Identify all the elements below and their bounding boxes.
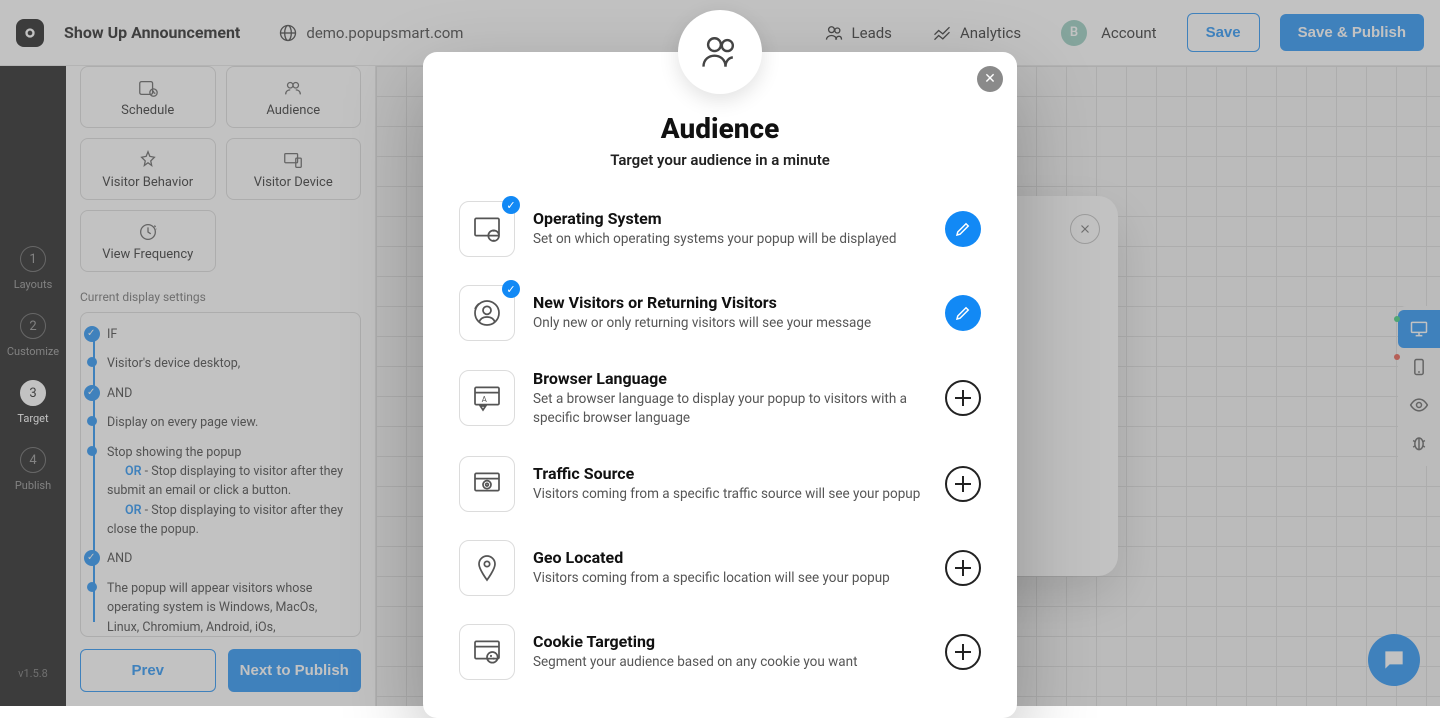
option-desc: Segment your audience based on any cooki… [533, 653, 927, 672]
traffic-icon [459, 456, 515, 512]
edit-os-button[interactable] [945, 211, 981, 247]
option-visitor-type: ✓ New Visitors or Returning Visitors Onl… [459, 271, 981, 355]
svg-text:A: A [482, 395, 488, 404]
option-title: Cookie Targeting [533, 632, 927, 651]
option-title: Traffic Source [533, 464, 927, 483]
option-title: New Visitors or Returning Visitors [533, 293, 927, 312]
edit-visitor-button[interactable] [945, 295, 981, 331]
option-traffic-source: Traffic Source Visitors coming from a sp… [459, 442, 981, 526]
option-desc: Visitors coming from a specific traffic … [533, 485, 927, 504]
audience-modal: ✕ Audience Target your audience in a min… [423, 52, 1017, 718]
check-badge-icon: ✓ [502, 196, 520, 214]
cookie-icon [459, 624, 515, 680]
check-badge-icon: ✓ [502, 280, 520, 298]
option-cookie: Cookie Targeting Segment your audience b… [459, 610, 981, 694]
pencil-icon [954, 220, 972, 238]
option-operating-system: ✓ Operating System Set on which operatin… [459, 187, 981, 271]
visitor-icon: ✓ [459, 285, 515, 341]
os-icon: ✓ [459, 201, 515, 257]
modal-header-icon [678, 10, 762, 94]
option-title: Browser Language [533, 369, 927, 388]
modal-subtitle: Target your audience in a minute [459, 151, 981, 169]
option-desc: Visitors coming from a specific location… [533, 569, 927, 588]
option-desc: Set a browser language to display your p… [533, 390, 927, 428]
add-geo-button[interactable] [945, 550, 981, 586]
geo-icon [459, 540, 515, 596]
modal-close-button[interactable]: ✕ [977, 66, 1003, 92]
audience-large-icon [698, 30, 742, 74]
language-icon: A [459, 370, 515, 426]
option-title: Geo Located [533, 548, 927, 567]
option-geo: Geo Located Visitors coming from a speci… [459, 526, 981, 610]
pencil-icon [954, 304, 972, 322]
option-browser-language: A Browser Language Set a browser languag… [459, 355, 981, 442]
option-title: Operating System [533, 209, 927, 228]
add-language-button[interactable] [945, 380, 981, 416]
option-desc: Only new or only returning visitors will… [533, 314, 927, 333]
modal-title: Audience [459, 112, 981, 145]
option-desc: Set on which operating systems your popu… [533, 230, 927, 249]
add-cookie-button[interactable] [945, 634, 981, 670]
add-traffic-button[interactable] [945, 466, 981, 502]
